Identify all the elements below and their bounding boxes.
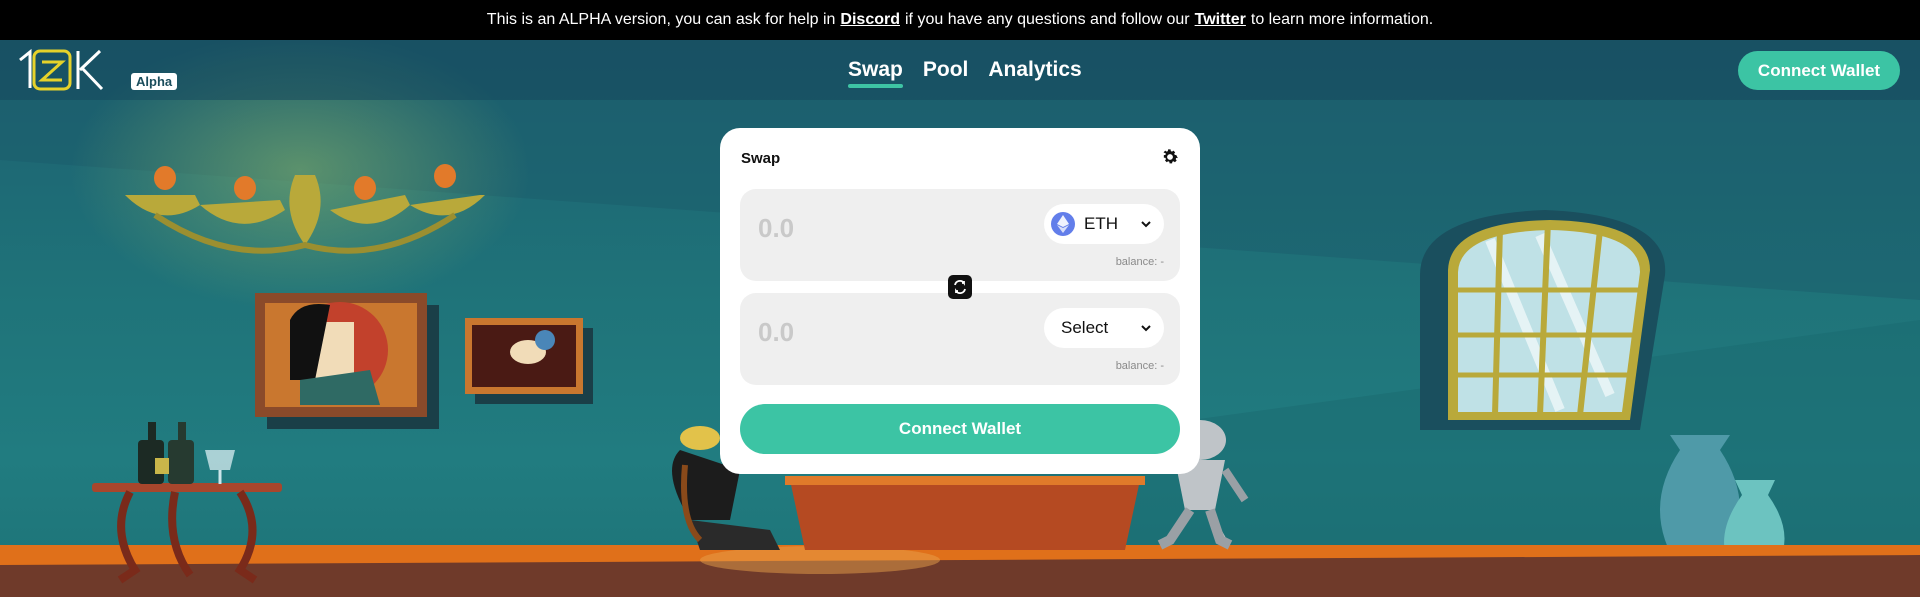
swap-direction-button[interactable]	[948, 275, 972, 299]
alpha-badge: Alpha	[131, 73, 178, 90]
nav-analytics[interactable]: Analytics	[988, 58, 1081, 88]
twitter-link[interactable]: Twitter	[1195, 11, 1246, 29]
from-token-box: ETH balance: -	[740, 189, 1180, 281]
10k-logo-icon	[19, 48, 104, 91]
gear-icon[interactable]	[1160, 147, 1180, 167]
from-amount-input[interactable]	[758, 213, 1018, 244]
nav-pool[interactable]: Pool	[923, 58, 969, 88]
nav-swap[interactable]: Swap	[848, 58, 903, 88]
ethereum-icon	[1051, 212, 1075, 236]
swap-direction-icon	[954, 280, 966, 294]
to-token-select[interactable]: Select	[1044, 308, 1164, 348]
to-amount-input[interactable]	[758, 317, 1018, 348]
banner-text-before: This is an ALPHA version, you can ask fo…	[486, 11, 836, 28]
banner-text-middle: if you have any questions and follow our	[905, 11, 1190, 28]
swap-card-title: Swap	[741, 150, 781, 167]
to-balance: balance: -	[1115, 360, 1164, 372]
main-nav: Swap Pool Analytics	[848, 58, 1082, 88]
window	[1420, 210, 1666, 430]
chevron-down-icon	[1141, 221, 1151, 228]
from-token-label: ETH	[1084, 214, 1118, 233]
to-token-label: Select	[1061, 318, 1109, 337]
to-token-box: Select balance: -	[740, 293, 1180, 385]
top-nav-bar: Alpha Swap Pool Analytics Connect Wallet	[0, 40, 1920, 100]
alpha-banner: This is an ALPHA version, you can ask fo…	[0, 0, 1920, 40]
discord-link[interactable]: Discord	[840, 11, 900, 29]
connect-wallet-button[interactable]: Connect Wallet	[740, 404, 1180, 454]
chevron-down-icon	[1141, 325, 1151, 332]
logo[interactable]: Alpha	[18, 48, 178, 92]
painting-large	[255, 293, 439, 429]
center-table	[785, 476, 1145, 550]
from-token-select[interactable]: ETH	[1044, 204, 1164, 244]
swap-card: Swap ETH balance: -	[720, 128, 1200, 474]
banner-text-after: to learn more information.	[1250, 11, 1434, 28]
connect-wallet-header-button[interactable]: Connect Wallet	[1738, 51, 1900, 90]
from-balance: balance: -	[1115, 256, 1164, 268]
painting-small	[465, 318, 593, 404]
